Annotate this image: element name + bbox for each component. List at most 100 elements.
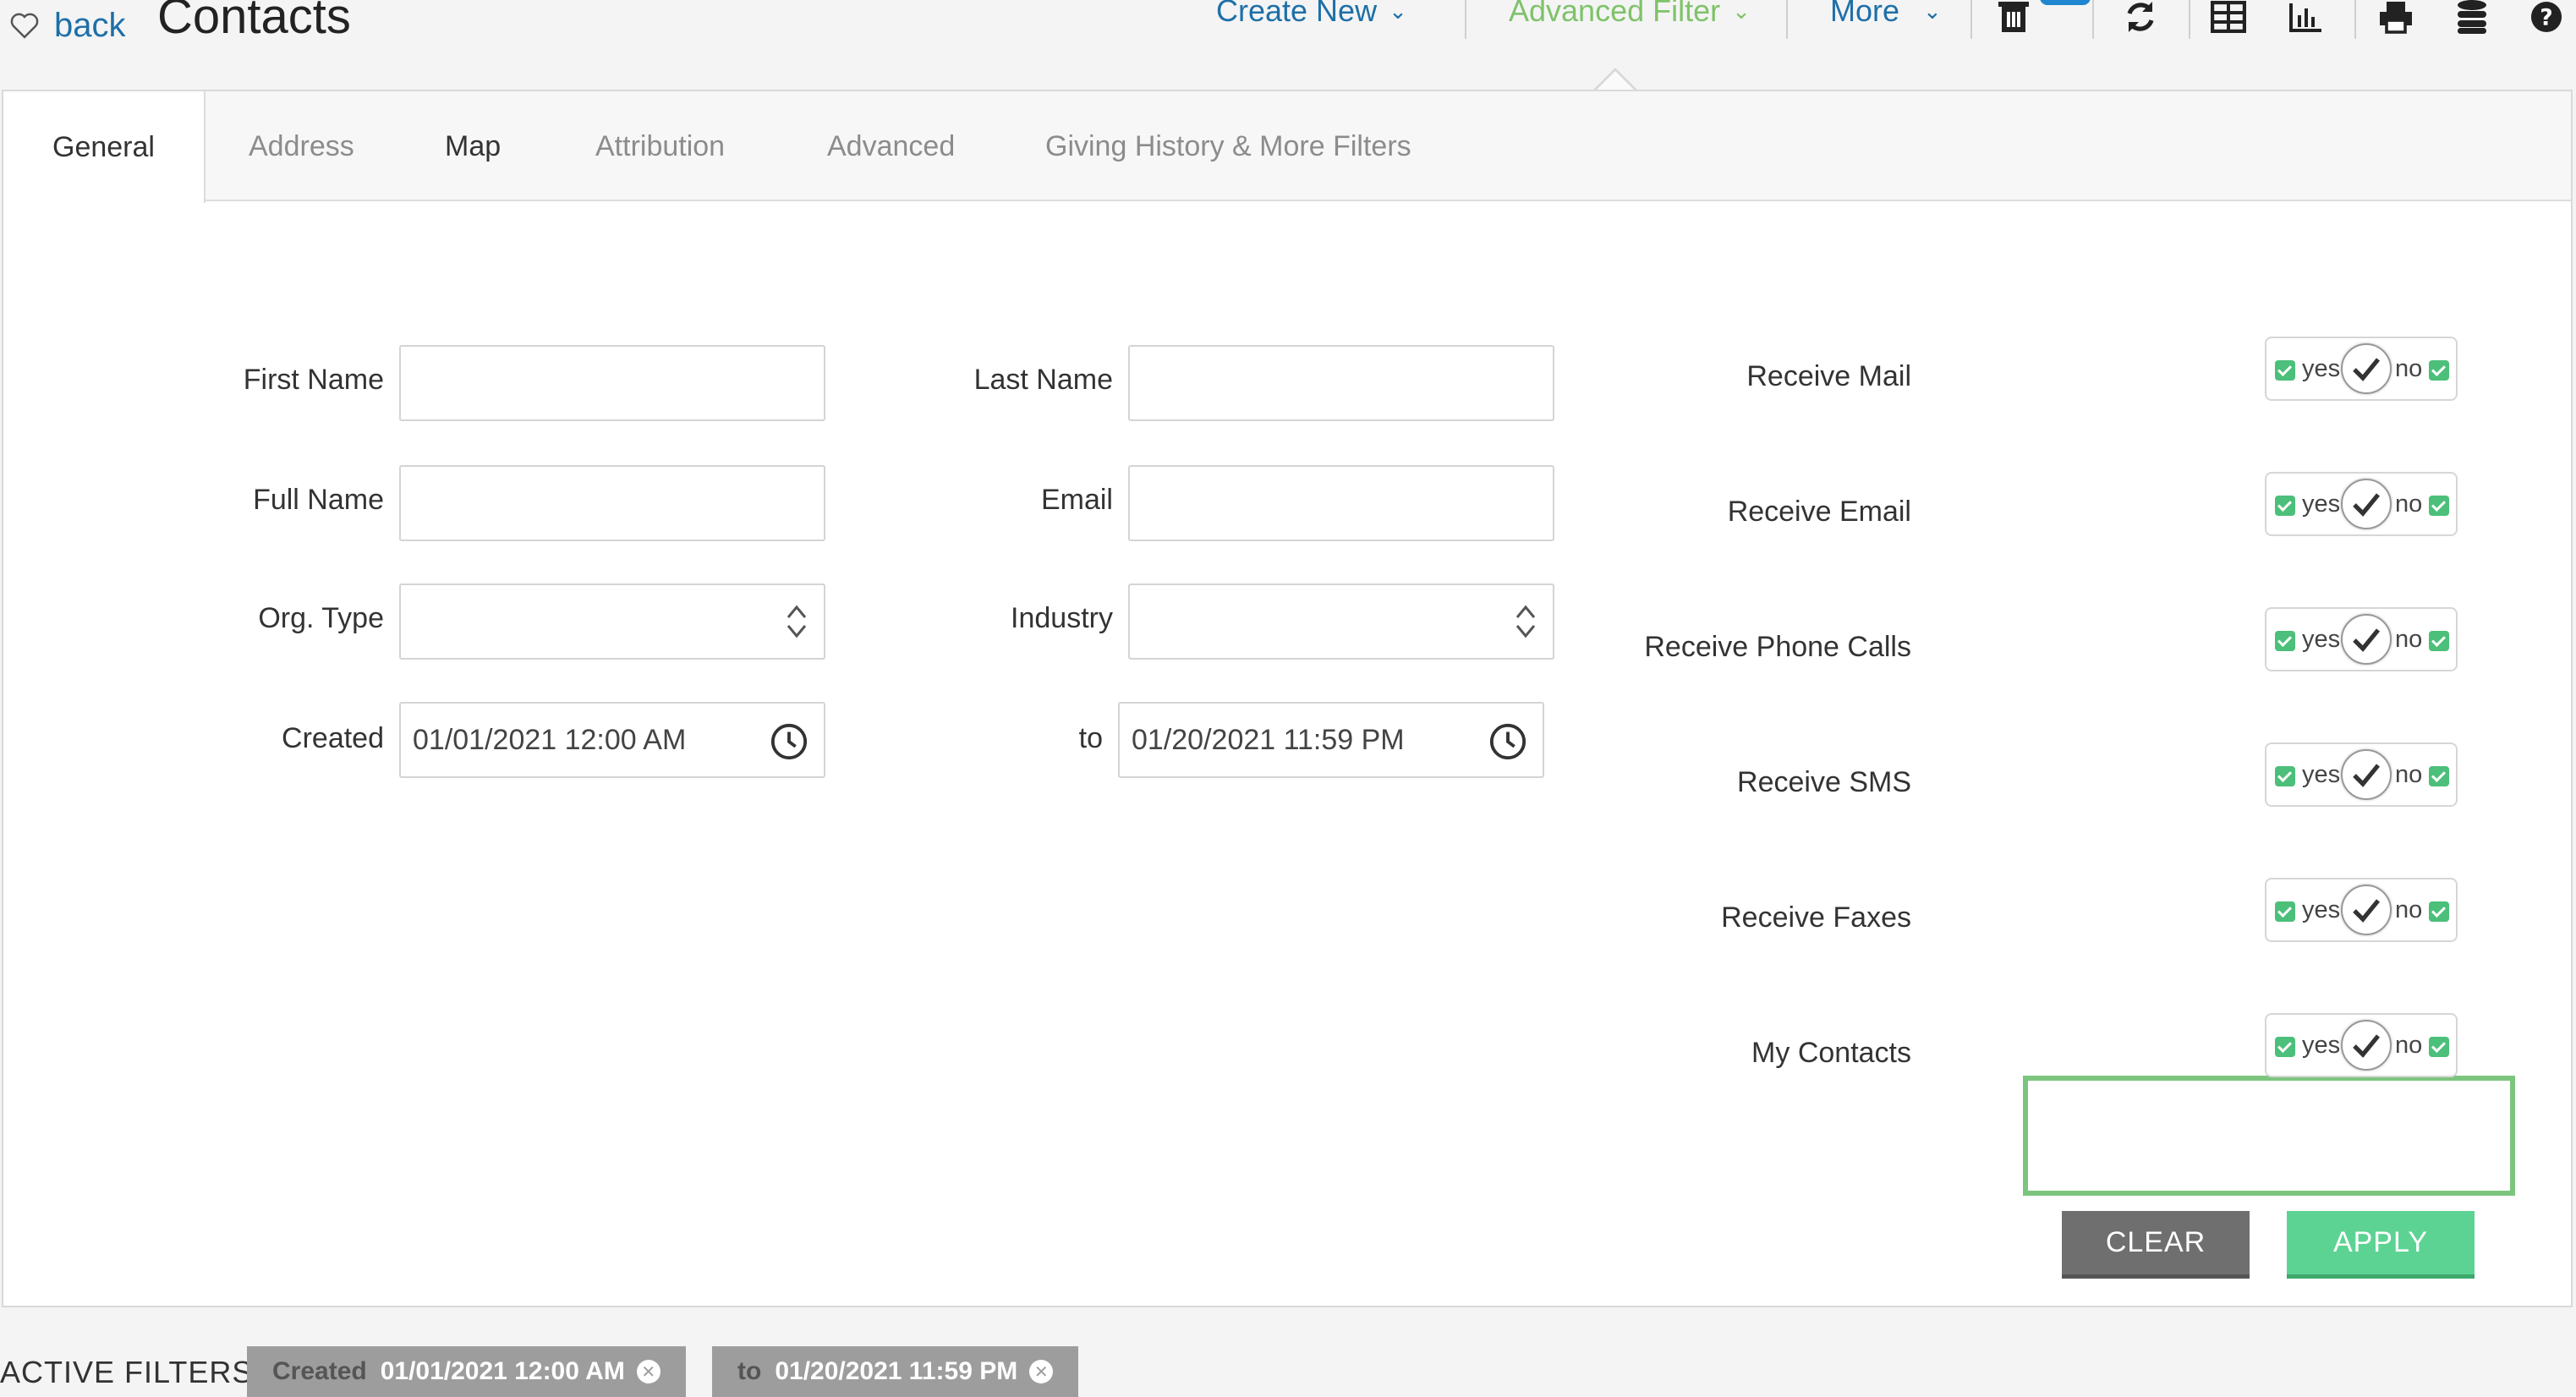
remove-filter-icon[interactable]: ✕ bbox=[1029, 1360, 1054, 1383]
receive-email-label: Receive Email bbox=[1727, 496, 1911, 528]
yes-checkbox bbox=[2275, 496, 2295, 516]
page-header: back Contacts Create New ⌄ Advanced Filt… bbox=[0, 0, 2576, 92]
yes-label: yes bbox=[2302, 625, 2341, 653]
filter-chip-created: Created 01/01/2021 12:00 AM ✕ bbox=[247, 1346, 686, 1397]
org-type-label: Org. Type bbox=[258, 602, 384, 634]
to-date-value: 01/20/2021 11:59 PM bbox=[1132, 723, 1405, 756]
check-icon bbox=[2341, 479, 2392, 529]
advanced-filter-menu[interactable]: Advanced Filter ⌄ bbox=[1509, 0, 1751, 29]
menu-divider bbox=[1465, 0, 1466, 39]
my-contacts-toggle[interactable]: yes no bbox=[2265, 1013, 2458, 1077]
check-icon bbox=[2341, 614, 2392, 665]
notification-badge bbox=[2040, 0, 2091, 5]
first-name-input[interactable] bbox=[399, 345, 825, 421]
clear-button[interactable]: CLEAR bbox=[2062, 1211, 2250, 1279]
chip-value: 01/01/2021 12:00 AM bbox=[380, 1357, 625, 1385]
check-icon bbox=[2341, 749, 2392, 800]
no-label: no bbox=[2395, 1031, 2423, 1059]
refresh-icon[interactable] bbox=[2119, 0, 2162, 41]
to-label: to bbox=[1078, 722, 1103, 754]
tool-divider bbox=[2189, 0, 2190, 39]
receive-mail-label: Receive Mail bbox=[1746, 360, 1911, 392]
yes-label: yes bbox=[2302, 896, 2341, 923]
tool-divider bbox=[2092, 0, 2094, 39]
receive-mail-toggle[interactable]: yes no bbox=[2265, 337, 2458, 401]
no-label: no bbox=[2395, 760, 2423, 788]
tab-attribution[interactable]: Attribution bbox=[595, 91, 725, 201]
help-icon[interactable]: ? bbox=[2525, 0, 2568, 41]
receive-sms-toggle[interactable]: yes no bbox=[2265, 742, 2458, 807]
menu-divider bbox=[1786, 0, 1788, 39]
org-type-select[interactable] bbox=[399, 583, 825, 660]
created-date-value: 01/01/2021 12:00 AM bbox=[413, 723, 687, 756]
receive-sms-label: Receive SMS bbox=[1737, 766, 1911, 798]
tab-giving-history[interactable]: Giving History & More Filters bbox=[1045, 91, 1411, 201]
full-name-label: Full Name bbox=[253, 484, 384, 516]
last-name-label: Last Name bbox=[973, 364, 1113, 396]
no-checkbox bbox=[2429, 496, 2449, 516]
table-icon[interactable] bbox=[2207, 0, 2250, 41]
no-checkbox bbox=[2429, 766, 2449, 786]
advanced-filter-label: Advanced Filter bbox=[1509, 0, 1721, 28]
tab-advanced[interactable]: Advanced bbox=[827, 91, 955, 201]
receive-faxes-label: Receive Faxes bbox=[1721, 901, 1911, 934]
yes-label: yes bbox=[2302, 490, 2341, 518]
more-menu[interactable]: More ⌄ bbox=[1830, 0, 1942, 29]
create-new-menu[interactable]: Create New ⌄ bbox=[1216, 0, 1407, 29]
yes-label: yes bbox=[2302, 354, 2341, 382]
heart-icon bbox=[10, 13, 39, 39]
chip-key: to bbox=[737, 1357, 762, 1385]
create-new-label: Create New bbox=[1216, 0, 1378, 28]
tool-divider bbox=[2354, 0, 2356, 39]
chip-key: Created bbox=[272, 1357, 367, 1385]
back-link[interactable]: back bbox=[8, 0, 126, 51]
created-date-input[interactable]: 01/01/2021 12:00 AM bbox=[399, 702, 825, 778]
check-icon bbox=[2341, 1020, 2392, 1071]
remove-filter-icon[interactable]: ✕ bbox=[636, 1360, 660, 1383]
chevron-down-icon: ⌄ bbox=[1389, 0, 1407, 24]
yes-label: yes bbox=[2302, 1031, 2341, 1059]
receive-phone-calls-toggle[interactable]: yes no bbox=[2265, 607, 2458, 671]
full-name-input[interactable] bbox=[399, 465, 825, 541]
print-icon[interactable] bbox=[2375, 0, 2417, 41]
filter-chip-to: to 01/20/2021 11:59 PM ✕ bbox=[712, 1346, 1079, 1397]
clock-icon[interactable] bbox=[1488, 722, 1527, 761]
page-title: Contacts bbox=[157, 0, 351, 44]
tab-address[interactable]: Address bbox=[249, 91, 354, 201]
advanced-filter-panel: General Address Map Attribution Advanced… bbox=[2, 90, 2573, 1307]
yes-label: yes bbox=[2302, 760, 2341, 788]
yes-checkbox bbox=[2275, 1037, 2295, 1057]
no-checkbox bbox=[2429, 901, 2449, 922]
receive-phone-calls-label: Receive Phone Calls bbox=[1644, 631, 1911, 663]
check-icon bbox=[2341, 885, 2392, 935]
chevron-down-icon: ⌄ bbox=[1923, 0, 1942, 24]
chevron-down-icon: ⌄ bbox=[1732, 0, 1751, 24]
tab-general[interactable]: General bbox=[3, 91, 206, 203]
check-icon bbox=[2341, 343, 2392, 394]
trash-icon[interactable] bbox=[1992, 0, 2035, 41]
receive-faxes-toggle[interactable]: yes no bbox=[2265, 878, 2458, 942]
back-label: back bbox=[54, 6, 126, 44]
industry-label: Industry bbox=[1011, 602, 1113, 634]
tab-map[interactable]: Map bbox=[445, 91, 501, 201]
database-icon[interactable] bbox=[2451, 0, 2493, 41]
email-label: Email bbox=[1040, 484, 1113, 516]
created-label: Created bbox=[282, 722, 384, 754]
no-label: no bbox=[2395, 354, 2423, 382]
chip-value: 01/20/2021 11:59 PM bbox=[775, 1357, 1018, 1385]
no-label: no bbox=[2395, 896, 2423, 923]
my-contacts-highlight bbox=[2023, 1076, 2515, 1196]
more-label: More bbox=[1830, 0, 1900, 28]
yes-checkbox bbox=[2275, 901, 2295, 922]
receive-email-toggle[interactable]: yes no bbox=[2265, 472, 2458, 536]
my-contacts-label: My Contacts bbox=[1751, 1037, 1911, 1069]
active-filters-label: ACTIVE FILTERS bbox=[0, 1355, 254, 1389]
first-name-label: First Name bbox=[243, 364, 384, 396]
bar-chart-icon[interactable] bbox=[2285, 0, 2327, 41]
no-checkbox bbox=[2429, 1037, 2449, 1057]
no-checkbox bbox=[2429, 631, 2449, 651]
menu-divider bbox=[1970, 0, 1972, 39]
yes-checkbox bbox=[2275, 766, 2295, 786]
apply-button[interactable]: APPLY bbox=[2287, 1211, 2475, 1279]
no-label: no bbox=[2395, 625, 2423, 653]
